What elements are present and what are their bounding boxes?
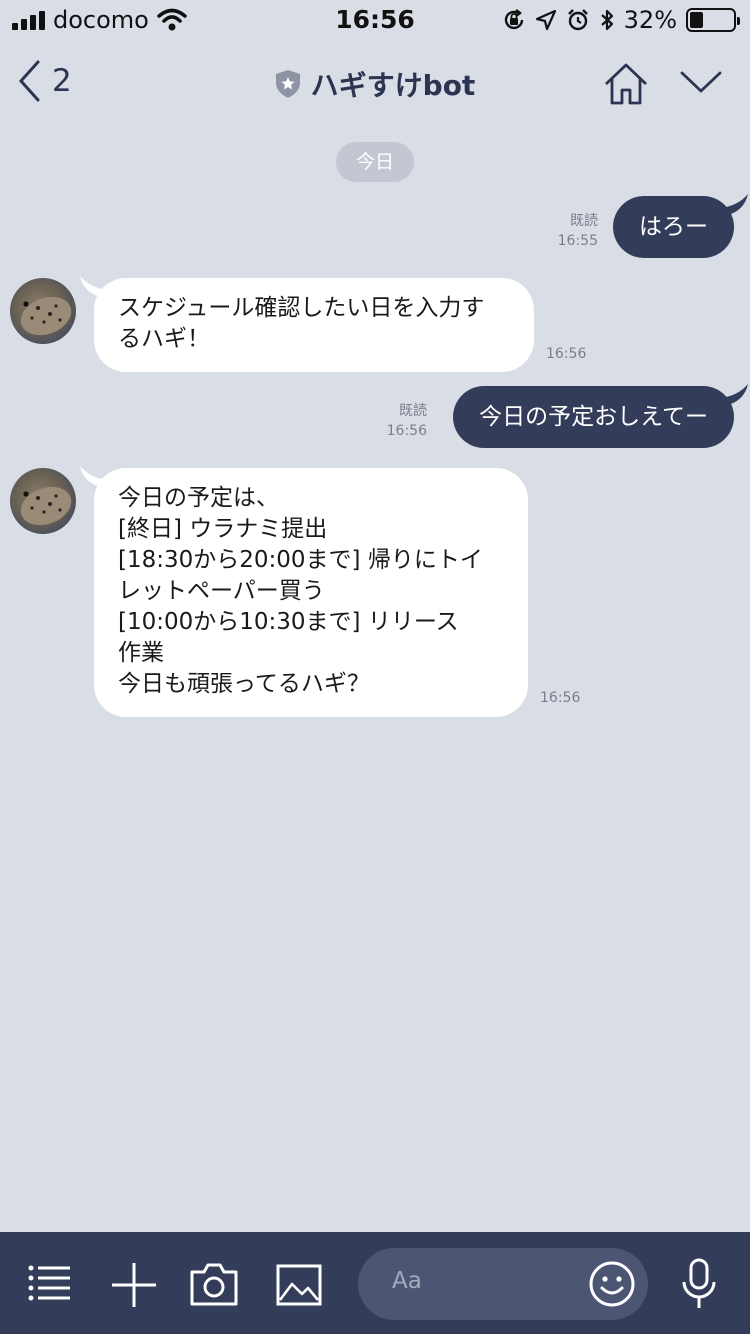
home-button[interactable] — [603, 62, 649, 110]
message-input-bar: Aa — [0, 1232, 750, 1334]
bubble-tail — [80, 466, 108, 488]
microphone-icon — [682, 1258, 716, 1308]
message-time: 16:56 — [540, 690, 581, 706]
image-button[interactable] — [276, 1264, 322, 1310]
message-bubble[interactable]: 今日の予定は、 [終日] ウラナミ提出 [18:30から20:00まで] 帰りに… — [94, 468, 528, 717]
battery-fill — [690, 12, 704, 28]
home-icon — [605, 63, 647, 105]
message-bubble[interactable]: 今日の予定おしえてー — [453, 386, 734, 448]
message-bubble[interactable]: はろー — [613, 196, 734, 258]
message-incoming: 今日の予定は、 [終日] ウラナミ提出 [18:30から20:00まで] 帰りに… — [80, 466, 528, 717]
chat-title: ハギすけbot — [310, 69, 476, 102]
read-receipt: 既読 — [399, 403, 427, 419]
message-outgoing: はろー — [613, 194, 748, 258]
add-button[interactable] — [110, 1261, 158, 1313]
camera-icon — [190, 1263, 238, 1306]
menu-toggle-button[interactable] — [680, 70, 722, 98]
bubble-tail — [80, 276, 108, 298]
smiley-icon — [589, 1261, 635, 1307]
avatar[interactable] — [10, 468, 76, 534]
avatar-image — [20, 486, 72, 526]
list-icon — [28, 1265, 70, 1301]
message-time: 16:55 — [557, 233, 598, 249]
message-incoming: スケジュール確認したい日を入力す るハギ！ — [80, 276, 534, 372]
emoji-button[interactable] — [588, 1260, 636, 1312]
plus-icon — [112, 1263, 156, 1307]
message-time: 16:56 — [386, 423, 427, 439]
message-input[interactable]: Aa — [358, 1248, 648, 1320]
chevron-down-icon — [680, 71, 722, 93]
voice-button[interactable] — [680, 1258, 718, 1314]
avatar[interactable] — [10, 278, 76, 344]
location-icon — [535, 9, 556, 31]
message-meta: 既読 16:56 — [387, 401, 427, 441]
bubble-tail — [720, 194, 748, 216]
date-separator: 今日 — [336, 142, 414, 182]
bubble-tail — [720, 384, 748, 406]
read-receipt: 既読 — [570, 213, 598, 229]
battery-icon — [686, 8, 740, 32]
avatar-image — [20, 296, 72, 336]
message-input-placeholder: Aa — [392, 1268, 422, 1294]
camera-button[interactable] — [190, 1262, 238, 1310]
battery-percent: 32% — [623, 6, 677, 34]
orientation-lock-icon — [504, 9, 523, 30]
menu-button[interactable] — [28, 1264, 72, 1306]
alarm-icon — [567, 9, 588, 31]
shield-star-icon — [275, 70, 300, 98]
chat-header: 2 ハギすけbot — [0, 40, 750, 130]
message-time: 16:56 — [546, 346, 587, 362]
message-outgoing: 今日の予定おしえてー — [453, 384, 748, 448]
status-bar: docomo 16:56 32% — [0, 0, 750, 40]
message-meta: 既読 16:55 — [558, 211, 598, 251]
image-icon — [276, 1264, 322, 1306]
bluetooth-icon — [600, 9, 613, 31]
status-right: 32% — [502, 6, 740, 34]
message-bubble[interactable]: スケジュール確認したい日を入力す るハギ！ — [94, 278, 534, 372]
